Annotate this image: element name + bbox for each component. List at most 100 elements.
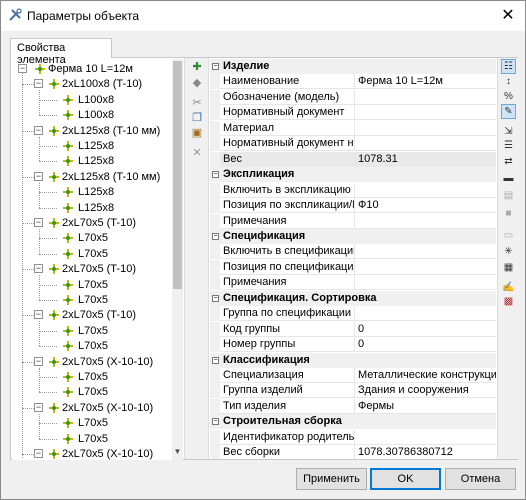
tree-leaf-node[interactable]: L70x5: [78, 277, 108, 293]
property-value[interactable]: Металлические конструкции: [355, 368, 496, 383]
collapse-toggle-icon[interactable]: −: [34, 356, 43, 366]
table-icon[interactable]: ▦: [501, 260, 516, 275]
tree-leaf-node[interactable]: L125x8: [78, 153, 114, 169]
property-row[interactable]: Примечания: [210, 275, 496, 291]
tree-leaf-node[interactable]: L70x5: [78, 246, 108, 262]
property-value[interactable]: [355, 275, 496, 290]
scrollbar-thumb[interactable]: [173, 61, 182, 289]
copy-icon[interactable]: ❐: [190, 111, 204, 125]
move-icon[interactable]: ⇄: [501, 154, 516, 169]
tree-leaf-node[interactable]: L70x5: [78, 230, 108, 246]
folder-icon[interactable]: ▬: [501, 171, 516, 186]
property-row[interactable]: Тип изделия Фермы: [210, 398, 496, 414]
property-row[interactable]: Группа изделий Здания и сооружения: [210, 383, 496, 399]
tree-scrollbar[interactable]: ▼: [172, 59, 183, 460]
property-row[interactable]: Нормативный документ: [210, 105, 496, 121]
tree-leaf-node[interactable]: L100x8: [78, 92, 114, 108]
property-value[interactable]: [355, 214, 496, 229]
tree-leaf-node[interactable]: L70x5: [78, 384, 108, 400]
property-value[interactable]: [355, 183, 496, 198]
property-row[interactable]: Позиция по экспликации/М...Ф10: [210, 198, 496, 214]
collapse-toggle-icon[interactable]: −: [34, 171, 43, 181]
property-value[interactable]: [355, 105, 496, 120]
tree-group-node[interactable]: 2xL70x5 (X-10-10): [62, 400, 153, 416]
tree-group-node[interactable]: 2xL70x5 (T-10): [62, 261, 136, 277]
property-value[interactable]: 1078.30786380712: [355, 445, 496, 459]
property-row[interactable]: Вес сборки 1078.30786380712: [210, 445, 496, 459]
property-row[interactable]: Номер группы 0: [210, 337, 496, 353]
property-value[interactable]: Фермы: [355, 399, 496, 414]
element-tree[interactable]: − Ферма 10 L=12м −2xL100x8 (T-10) L100x8 L10…: [12, 59, 183, 460]
collapse-toggle-icon[interactable]: −: [34, 402, 43, 412]
collapse-toggle-icon[interactable]: −: [34, 449, 43, 458]
spreadsheet-icon[interactable]: ▩: [501, 294, 516, 309]
ok-button[interactable]: OK: [370, 468, 441, 490]
property-row[interactable]: Включить в спецификацию: [210, 244, 496, 260]
collapse-toggle-icon[interactable]: −: [34, 264, 43, 274]
property-row[interactable]: Включить в экспликацию: [210, 182, 496, 198]
lock-icon[interactable]: ■: [501, 206, 516, 221]
collapse-toggle-icon[interactable]: −: [34, 310, 43, 320]
list-icon[interactable]: ☰: [501, 138, 516, 153]
collapse-toggle-icon[interactable]: −: [34, 79, 43, 89]
delete-icon[interactable]: ✕: [190, 146, 204, 160]
property-value[interactable]: Здания и сооружения: [355, 383, 496, 398]
tree-leaf-node[interactable]: L125x8: [78, 138, 114, 154]
property-value[interactable]: [355, 136, 496, 151]
edit-pencil-icon[interactable]: ✎: [501, 104, 516, 119]
cancel-button[interactable]: Отмена: [445, 468, 516, 490]
property-value[interactable]: [355, 244, 496, 259]
grid-disabled-icon[interactable]: ▤: [501, 188, 516, 203]
tree-group-node[interactable]: 2xL100x8 (T-10): [62, 76, 142, 92]
collapse-toggle-icon[interactable]: −: [212, 63, 219, 70]
percent-icon[interactable]: %: [501, 89, 516, 104]
tag-icon[interactable]: ◆: [190, 76, 204, 90]
collapse-toggle-icon[interactable]: −: [212, 171, 219, 179]
tree-leaf-node[interactable]: L70x5: [78, 292, 108, 308]
property-row[interactable]: Вес 1078.31: [210, 151, 496, 167]
tree-group-node[interactable]: 2xL125x8 (T-10 мм): [62, 169, 160, 185]
tree-group-node[interactable]: 2xL70x5 (T-10): [62, 307, 136, 323]
cut-icon[interactable]: ✂: [190, 96, 204, 110]
property-value[interactable]: [355, 430, 496, 445]
property-value[interactable]: [355, 121, 496, 136]
apply-button[interactable]: Применить: [296, 468, 367, 490]
property-value[interactable]: [355, 90, 496, 105]
property-value[interactable]: Ф10: [355, 198, 496, 213]
tree-leaf-node[interactable]: L70x5: [78, 369, 108, 385]
category-header[interactable]: − Спецификация. Сортировка: [210, 290, 496, 306]
collapse-toggle-icon[interactable]: −: [34, 218, 43, 227]
property-row[interactable]: Группа по спецификации: [210, 306, 496, 322]
add-node-icon[interactable]: ✚: [190, 60, 204, 74]
property-value[interactable]: [355, 260, 496, 275]
property-row[interactable]: Примечания: [210, 213, 496, 229]
tab-element-properties[interactable]: Свойства элемента: [10, 38, 112, 66]
category-header[interactable]: − Спецификация: [210, 228, 496, 244]
tree-leaf-node[interactable]: L70x5: [78, 431, 108, 447]
star-grid-icon[interactable]: ✳: [501, 244, 516, 259]
tree-group-node[interactable]: 2xL70x5 (X-10-10): [62, 354, 153, 370]
property-row[interactable]: Позиция по спецификации: [210, 259, 496, 275]
tree-group-node[interactable]: 2xL125x8 (T-10 мм): [62, 123, 160, 139]
category-header[interactable]: − Экспликация: [210, 167, 496, 183]
scroll-down-icon[interactable]: ▼: [172, 447, 183, 459]
property-row[interactable]: Обозначение (модель): [210, 89, 496, 105]
property-row[interactable]: Идентификатор родительс...: [210, 429, 496, 445]
tree-group-node[interactable]: 2xL70x5 (X-10-10): [62, 446, 153, 460]
property-row[interactable]: Нормативный документ на ...: [210, 136, 496, 152]
category-header[interactable]: − Классификация: [210, 352, 496, 368]
property-value[interactable]: 0: [355, 337, 496, 352]
print-icon[interactable]: ▭: [501, 228, 516, 243]
property-value[interactable]: [355, 306, 496, 321]
property-value[interactable]: Ферма 10 L=12м: [355, 74, 496, 89]
property-row[interactable]: Код группы 0: [210, 321, 496, 337]
collapse-toggle-icon[interactable]: −: [212, 418, 219, 426]
property-row[interactable]: Специализация Металлические конструкции: [210, 368, 496, 383]
select-icon[interactable]: ⇲: [501, 124, 516, 139]
collapse-toggle-icon[interactable]: −: [212, 294, 219, 302]
collapse-toggle-icon[interactable]: −: [212, 232, 219, 240]
edit-document-icon[interactable]: ✍: [501, 280, 516, 295]
property-value[interactable]: 0: [355, 322, 496, 337]
close-icon[interactable]: ✕: [497, 5, 519, 27]
tree-leaf-node[interactable]: L70x5: [78, 415, 108, 431]
